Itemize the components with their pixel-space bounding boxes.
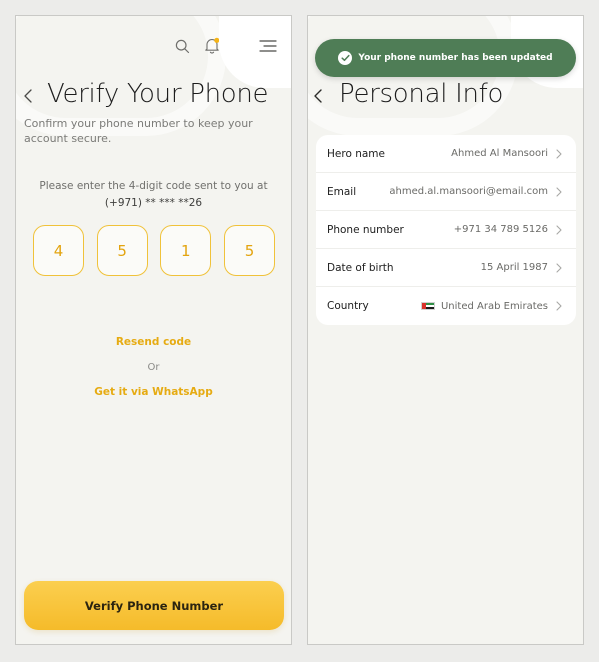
info-label: Email [327,185,357,198]
info-value-text: +971 34 789 5126 [453,224,548,235]
info-label: Phone number [327,223,404,236]
chevron-left-icon [24,89,32,103]
back-button[interactable] [18,86,38,106]
code-digit-4[interactable]: 5 [223,225,275,276]
toast-message: Your phone number has been updated [358,53,553,63]
check-circle-icon [338,51,353,65]
info-value: Ahmed Al Mansoori [385,148,556,159]
or-separator: Or [147,362,160,373]
code-digit-3[interactable]: 1 [160,225,212,276]
info-row-phone-number[interactable]: Phone number +971 34 789 5126 [316,211,576,249]
chevron-right-icon [556,224,564,235]
resend-code-link[interactable]: Resend code [16,336,291,348]
info-row-hero-name[interactable]: Hero name Ahmed Al Mansoori [316,135,576,173]
info-value: United Arab Emirates [369,301,556,312]
code-digit-1[interactable]: 4 [33,225,84,276]
success-toast: Your phone number has been updated [315,39,576,77]
chevron-left-icon [314,89,322,103]
info-value-text: Ahmed Al Mansoori [451,148,548,159]
info-label: Hero name [327,147,385,160]
chevron-right-icon [556,262,564,273]
code-input-group: 4 5 1 5 [33,225,275,276]
info-value-text: ahmed.al.mansoori@email.com [389,186,548,197]
back-button[interactable] [308,86,328,106]
chevron-right-icon [556,148,564,159]
info-value-text: 15 April 1987 [480,262,548,273]
page-title: Personal Info [339,79,504,109]
search-button[interactable] [174,38,190,54]
code-prompt-text: Please enter the 4-digit code sent to yo… [39,180,268,192]
code-digit-2[interactable]: 5 [96,225,148,276]
info-value-text: United Arab Emirates [440,300,548,312]
uae-flag-icon [420,302,435,310]
info-value: ahmed.al.mansoori@email.com [356,186,556,197]
menu-button[interactable] [257,36,279,56]
top-bar [16,16,291,88]
menu-corner-card [219,16,291,88]
info-row-date-of-birth[interactable]: Date of birth 15 April 1987 [316,249,576,287]
masked-phone-number: (+971) ** *** **26 [104,197,203,209]
info-label: Country [327,300,369,312]
search-icon [175,39,189,53]
info-value: 15 April 1987 [394,262,556,273]
chevron-right-icon [556,301,564,311]
chevron-right-icon [556,186,564,197]
menu-icon [259,40,277,52]
whatsapp-link[interactable]: Get it via WhatsApp [16,386,291,398]
info-label: Date of birth [327,261,394,274]
personal-info-card: Hero name Ahmed Al Mansoori Email ahmed.… [316,135,576,325]
info-value: +971 34 789 5126 [404,224,556,235]
page-title: Verify Your Phone [47,79,269,109]
page-subtitle: Confirm your phone number to keep your a… [24,117,253,145]
info-row-email[interactable]: Email ahmed.al.mansoori@email.com [316,173,576,211]
verify-phone-button[interactable]: Verify Phone Number [24,581,284,630]
personal-info-screen: Your phone number has been updated Perso… [307,15,584,645]
verify-phone-screen: Verify Your Phone Confirm your phone num… [15,15,292,645]
code-prompt: Please enter the 4-digit code sent to yo… [16,178,291,212]
bell-icon [205,37,220,54]
info-row-country[interactable]: Country United Arab Emirates [316,287,576,325]
